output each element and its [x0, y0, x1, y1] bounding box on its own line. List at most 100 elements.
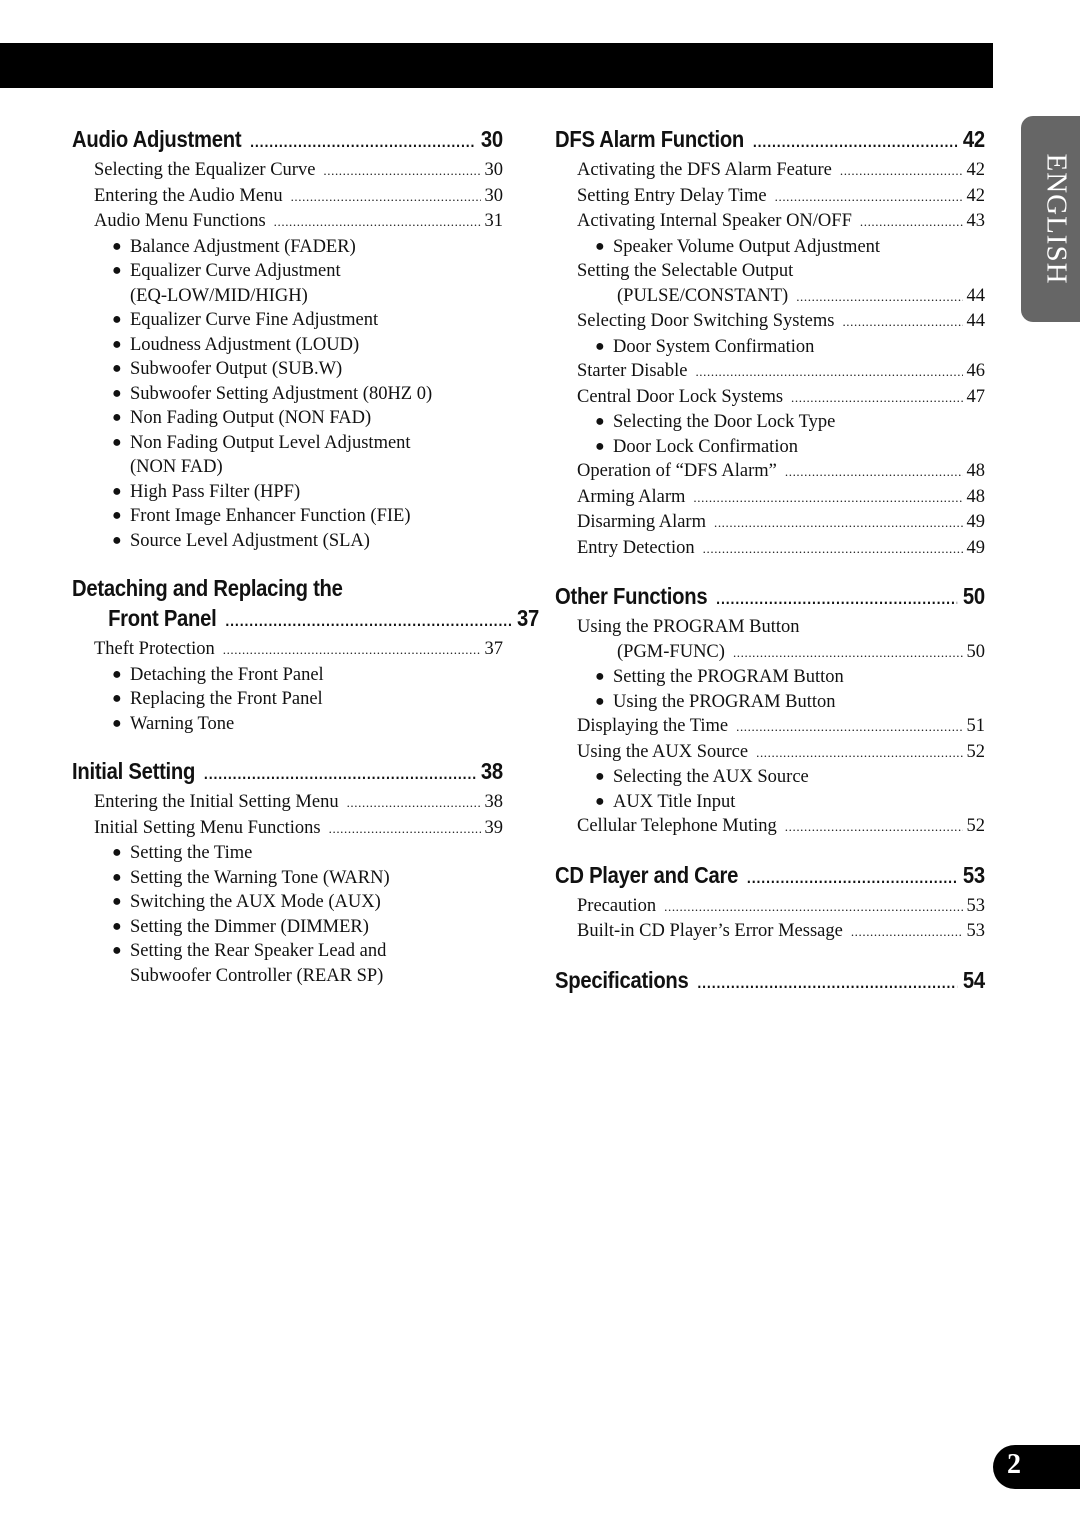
page-ref: 47 — [966, 386, 986, 407]
page-ref: 52 — [966, 816, 986, 836]
page-ref: 42 — [962, 126, 985, 152]
toc-bullet-item[interactable]: Setting the PROGRAM Button — [555, 665, 985, 690]
toc-bullet-item[interactable]: Equalizer Curve Fine Adjustment — [72, 308, 503, 333]
toc-section-audio-adjustment: Audio Adjustment .......................… — [72, 124, 503, 553]
section-heading[interactable]: Specifications .........................… — [555, 965, 985, 999]
toc-entry[interactable]: Starter Disable.........................… — [555, 359, 985, 385]
leader-dots: ........................................… — [716, 591, 958, 608]
toc-entry[interactable]: Operation of “DFS Alarm”................… — [555, 459, 985, 485]
toc-bullet-item[interactable]: Switching the AUX Mode (AUX) — [72, 890, 503, 915]
toc-section-other-functions: Other Functions ........................… — [555, 581, 985, 840]
leader-dots: ........................................… — [702, 540, 963, 556]
section-heading[interactable]: Front Panel ............................… — [72, 603, 539, 637]
leader-dots: ........................................… — [784, 464, 963, 479]
section-heading[interactable]: Initial Setting ........................… — [72, 756, 503, 790]
toc-entry[interactable]: Using the PROGRAM Button — [555, 615, 985, 640]
toc-entry[interactable]: Selecting Door Switching Systems........… — [555, 309, 985, 335]
leader-dots: ........................................… — [784, 819, 963, 834]
toc-bullet-item[interactable]: Loudness Adjustment (LOUD) — [72, 333, 503, 358]
page-ref: 49 — [966, 512, 986, 532]
toc-entry[interactable]: Built-in CD Player’s Error Message......… — [555, 919, 985, 945]
toc-entry-continuation[interactable]: (PULSE/CONSTANT)........................… — [555, 284, 985, 310]
toc-bullet-item[interactable]: Setting the Warning Tone (WARN) — [72, 866, 503, 891]
toc-entry[interactable]: Central Door Lock Systems...............… — [555, 385, 985, 411]
language-tab-label: ENGLISH — [1040, 153, 1073, 285]
toc-bullet-item[interactable]: Setting the Time — [72, 841, 503, 866]
page-ref: 30 — [480, 126, 503, 152]
leader-dots: ........................................… — [796, 288, 962, 304]
toc-entry[interactable]: Audio Menu Functions....................… — [72, 209, 503, 235]
page-number-badge: 2 — [993, 1445, 1080, 1489]
toc-bullet-item[interactable]: Subwoofer Output (SUB.W) — [72, 357, 503, 382]
toc-bullet-item[interactable]: Speaker Volume Output Adjustment — [555, 235, 985, 260]
toc-entry[interactable]: Setting the Selectable Output — [555, 259, 985, 284]
page-ref: 43 — [966, 211, 986, 231]
page-ref: 42 — [966, 185, 986, 206]
page-ref: 42 — [966, 160, 986, 180]
section-heading-line1[interactable]: Detaching and Replacing the — [72, 573, 451, 603]
section-heading[interactable]: Audio Adjustment .......................… — [72, 124, 503, 158]
toc-entry[interactable]: Displaying the Time.....................… — [555, 714, 985, 740]
toc-bullet-item[interactable]: Detaching the Front Panel — [72, 663, 503, 688]
toc-bullet-item[interactable]: Setting the Dimmer (DIMMER) — [72, 915, 503, 940]
toc-bullet-item[interactable]: Source Level Adjustment (SLA) — [72, 529, 503, 554]
toc-entry[interactable]: Initial Setting Menu Functions..........… — [72, 816, 503, 842]
toc-entry[interactable]: Selecting the Equalizer Curve...........… — [72, 158, 503, 184]
toc-entry[interactable]: Entry Detection.........................… — [555, 536, 985, 562]
toc-bullet-item[interactable]: Front Image Enhancer Function (FIE) — [72, 504, 503, 529]
toc-entry[interactable]: Setting Entry Delay Time................… — [555, 184, 985, 210]
section-heading[interactable]: Other Functions ........................… — [555, 581, 985, 615]
toc-entry[interactable]: Cellular Telephone Muting...............… — [555, 814, 985, 840]
section-heading[interactable]: DFS Alarm Function .....................… — [555, 124, 985, 158]
page-ref: 44 — [966, 285, 986, 306]
toc-entry[interactable]: Activating the DFS Alarm Feature........… — [555, 158, 985, 184]
page-ref: 46 — [966, 361, 986, 381]
leader-dots: ........................................… — [842, 314, 963, 329]
page-ref: 37 — [516, 605, 539, 631]
toc-section-initial-setting: Initial Setting ........................… — [72, 756, 503, 988]
leader-dots: ........................................… — [695, 364, 962, 379]
leader-dots: ........................................… — [746, 869, 958, 887]
toc-entry[interactable]: Disarming Alarm.........................… — [555, 510, 985, 536]
page-ref: 52 — [966, 741, 986, 762]
page-ref: 38 — [480, 758, 503, 784]
toc-bullet-item[interactable]: Setting the Rear Speaker Lead andSubwoof… — [72, 939, 503, 988]
leader-dots: ........................................… — [697, 974, 957, 992]
toc-entry[interactable]: Arming Alarm............................… — [555, 485, 985, 511]
toc-entry[interactable]: Precaution..............................… — [555, 894, 985, 920]
toc-bullet-item[interactable]: Door System Confirmation — [555, 335, 985, 360]
toc-bullet-item[interactable]: AUX Title Input — [555, 790, 985, 815]
language-tab[interactable]: ENGLISH — [1021, 116, 1080, 322]
toc-bullet-item[interactable]: High Pass Filter (HPF) — [72, 480, 503, 505]
leader-dots: ........................................… — [732, 644, 963, 660]
toc-entry[interactable]: Entering the Audio Menu.................… — [72, 184, 503, 210]
toc-bullet-item[interactable]: Door Lock Confirmation — [555, 435, 985, 460]
toc-section-specifications: Specifications .........................… — [555, 965, 985, 999]
toc-bullet-item[interactable]: Non Fading Output (NON FAD) — [72, 406, 503, 431]
toc-bullet-item[interactable]: Balance Adjustment (FADER) — [72, 235, 503, 260]
toc-bullet-item[interactable]: Warning Tone — [72, 712, 503, 737]
page-ref: 53 — [962, 861, 985, 888]
toc-entry[interactable]: Activating Internal Speaker ON/OFF......… — [555, 209, 985, 235]
page-ref: 51 — [966, 716, 986, 736]
toc-entry[interactable]: Using the AUX Source....................… — [555, 740, 985, 766]
leader-dots: ........................................… — [791, 389, 962, 405]
toc-entry[interactable]: Theft Protection........................… — [72, 637, 503, 663]
toc-bullet-item[interactable]: Equalizer Curve Adjustment(EQ-LOW/MID/HI… — [72, 259, 503, 308]
toc-bullet-item[interactable]: Selecting the Door Lock Type — [555, 410, 985, 435]
toc-entry[interactable]: Entering the Initial Setting Menu.......… — [72, 790, 503, 816]
toc-bullet-item[interactable]: Non Fading Output Level Adjustment(NON F… — [72, 431, 503, 480]
leader-dots: ........................................… — [736, 719, 962, 734]
leader-dots: ........................................… — [203, 766, 476, 783]
toc-entry-continuation[interactable]: (PGM-FUNC)..............................… — [555, 640, 985, 666]
leader-dots: ........................................… — [839, 163, 963, 178]
toc-bullet-item[interactable]: Subwoofer Setting Adjustment (80HZ 0) — [72, 382, 503, 407]
toc-bullet-item[interactable]: Replacing the Front Panel — [72, 687, 503, 712]
toc-right-column: DFS Alarm Function .....................… — [555, 124, 985, 999]
leader-dots: ........................................… — [752, 134, 958, 151]
toc-section-cd-player: CD Player and Care .....................… — [555, 860, 985, 945]
toc-bullet-item[interactable]: Selecting the AUX Source — [555, 765, 985, 790]
page-ref: 54 — [962, 966, 985, 993]
section-heading[interactable]: CD Player and Care .....................… — [555, 860, 985, 894]
toc-bullet-item[interactable]: Using the PROGRAM Button — [555, 690, 985, 715]
